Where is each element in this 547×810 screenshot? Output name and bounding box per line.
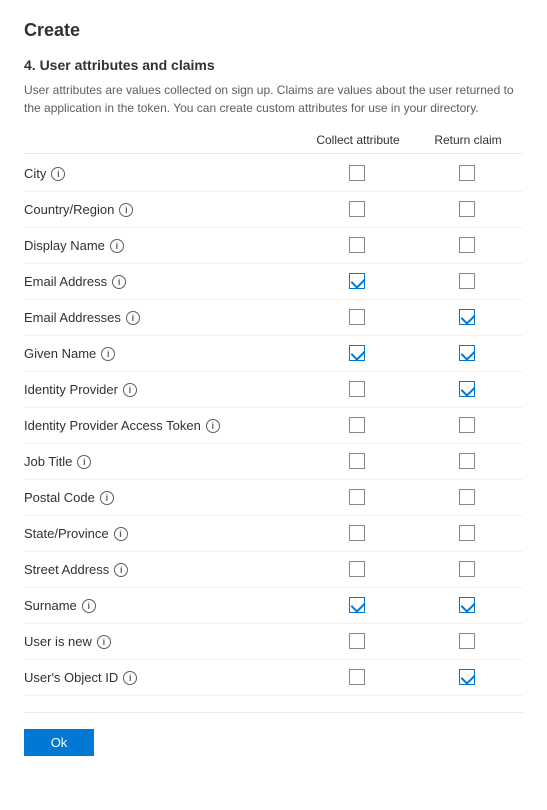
- attr-name-7: Identity Provider Access Tokeni: [24, 418, 303, 433]
- table-row: Email Addressi: [24, 264, 523, 300]
- table-row: State/Provincei: [24, 516, 523, 552]
- return-checkbox-cell-6: [413, 381, 523, 399]
- attr-name-13: User is newi: [24, 634, 303, 649]
- collect-checkbox-cell-5: [303, 345, 413, 363]
- info-icon-1[interactable]: i: [119, 203, 133, 217]
- table-row: Country/Regioni: [24, 192, 523, 228]
- col-return-header: Return claim: [413, 133, 523, 147]
- return-checkbox-cell-7: [413, 417, 523, 435]
- table-row: User's Object IDi: [24, 660, 523, 696]
- page-container: Create 4. User attributes and claims Use…: [0, 0, 547, 776]
- attr-name-2: Display Namei: [24, 238, 303, 253]
- collect-checkbox-cell-0: [303, 165, 413, 183]
- collect-checkbox-cell-14: [303, 669, 413, 687]
- collect-checkbox-cell-2: [303, 237, 413, 255]
- info-icon-0[interactable]: i: [51, 167, 65, 181]
- attr-name-4: Email Addressesi: [24, 310, 303, 325]
- collect-checkbox-cell-3: [303, 273, 413, 291]
- attr-name-11: Street Addressi: [24, 562, 303, 577]
- collect-checkbox-cell-7: [303, 417, 413, 435]
- info-icon-4[interactable]: i: [126, 311, 140, 325]
- table-row: Identity Provider Access Tokeni: [24, 408, 523, 444]
- attr-name-8: Job Titlei: [24, 454, 303, 469]
- info-icon-8[interactable]: i: [77, 455, 91, 469]
- table-row: Identity Provideri: [24, 372, 523, 408]
- return-checkbox-cell-9: [413, 489, 523, 507]
- info-icon-12[interactable]: i: [82, 599, 96, 613]
- info-icon-2[interactable]: i: [110, 239, 124, 253]
- info-icon-7[interactable]: i: [206, 419, 220, 433]
- section-title: 4. User attributes and claims: [24, 57, 523, 73]
- return-checkbox-cell-1: [413, 201, 523, 219]
- collect-checkbox-cell-1: [303, 201, 413, 219]
- return-checkbox-cell-2: [413, 237, 523, 255]
- return-checkbox-cell-13: [413, 633, 523, 651]
- info-icon-9[interactable]: i: [100, 491, 114, 505]
- section-description: User attributes are values collected on …: [24, 81, 523, 117]
- info-icon-5[interactable]: i: [101, 347, 115, 361]
- collect-checkbox-cell-13: [303, 633, 413, 651]
- return-checkbox-cell-0: [413, 165, 523, 183]
- page-title: Create: [24, 20, 523, 41]
- attr-name-3: Email Addressi: [24, 274, 303, 289]
- return-checkbox-cell-10: [413, 525, 523, 543]
- collect-checkbox-cell-10: [303, 525, 413, 543]
- info-icon-11[interactable]: i: [114, 563, 128, 577]
- table-row: Display Namei: [24, 228, 523, 264]
- table-row: Cityi: [24, 156, 523, 192]
- table-row: User is newi: [24, 624, 523, 660]
- info-icon-3[interactable]: i: [112, 275, 126, 289]
- attr-name-14: User's Object IDi: [24, 670, 303, 685]
- attributes-list: Cityi Country/Regioni Display Namei Email A…: [24, 156, 523, 696]
- collect-checkbox-cell-8: [303, 453, 413, 471]
- attr-name-6: Identity Provideri: [24, 382, 303, 397]
- table-row: Job Titlei: [24, 444, 523, 480]
- collect-checkbox-cell-11: [303, 561, 413, 579]
- table-row: Email Addressesi: [24, 300, 523, 336]
- ok-button[interactable]: Ok: [24, 729, 94, 756]
- table-row: Street Addressi: [24, 552, 523, 588]
- attr-name-10: State/Provincei: [24, 526, 303, 541]
- info-icon-10[interactable]: i: [114, 527, 128, 541]
- info-icon-13[interactable]: i: [97, 635, 111, 649]
- attr-name-1: Country/Regioni: [24, 202, 303, 217]
- attr-name-9: Postal Codei: [24, 490, 303, 505]
- return-checkbox-cell-14: [413, 669, 523, 687]
- footer: Ok: [24, 712, 523, 756]
- return-checkbox-cell-5: [413, 345, 523, 363]
- table-row: Given Namei: [24, 336, 523, 372]
- return-checkbox-cell-12: [413, 597, 523, 615]
- info-icon-6[interactable]: i: [123, 383, 137, 397]
- attr-name-0: Cityi: [24, 166, 303, 181]
- attr-name-5: Given Namei: [24, 346, 303, 361]
- col-collect-header: Collect attribute: [303, 133, 413, 147]
- return-checkbox-cell-11: [413, 561, 523, 579]
- collect-checkbox-cell-6: [303, 381, 413, 399]
- table-header: Collect attribute Return claim: [24, 133, 523, 154]
- table-row: Postal Codei: [24, 480, 523, 516]
- return-checkbox-cell-4: [413, 309, 523, 327]
- table-row: Surnamei: [24, 588, 523, 624]
- attr-name-12: Surnamei: [24, 598, 303, 613]
- return-checkbox-cell-3: [413, 273, 523, 291]
- return-checkbox-cell-8: [413, 453, 523, 471]
- collect-checkbox-cell-4: [303, 309, 413, 327]
- collect-checkbox-cell-12: [303, 597, 413, 615]
- info-icon-14[interactable]: i: [123, 671, 137, 685]
- collect-checkbox-cell-9: [303, 489, 413, 507]
